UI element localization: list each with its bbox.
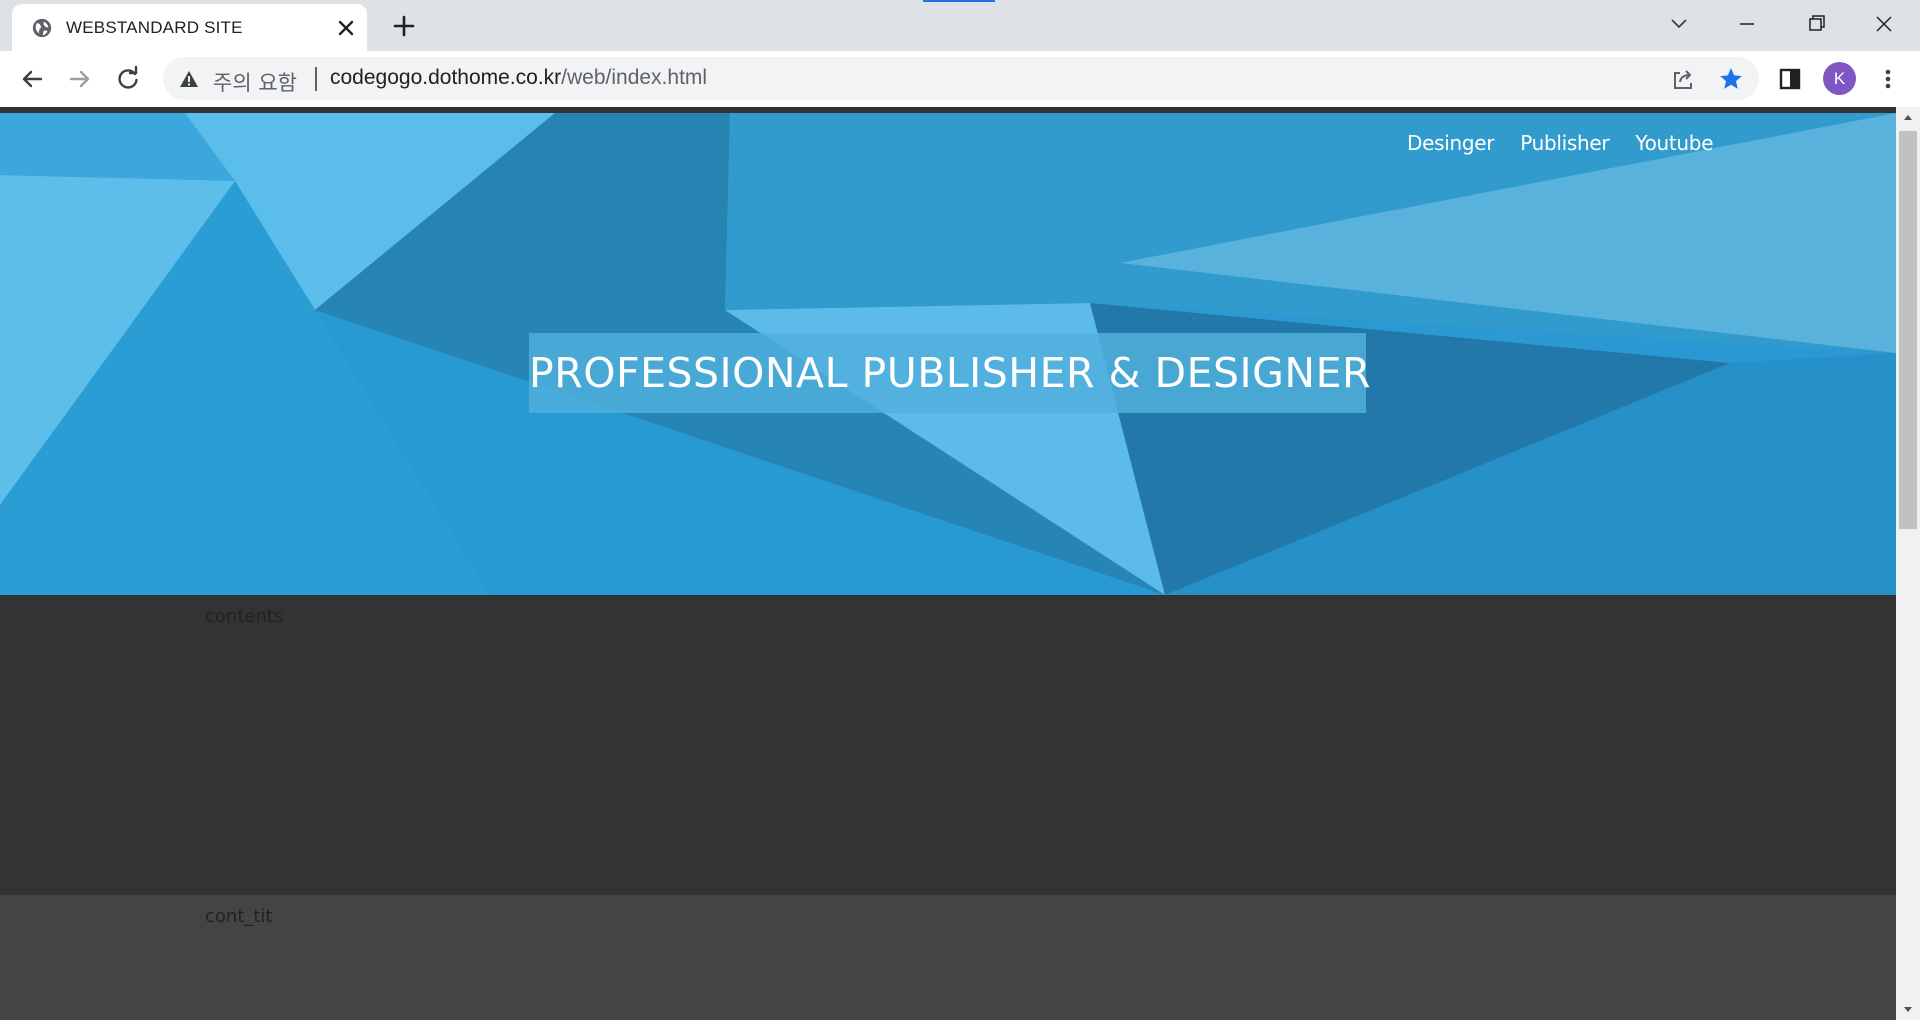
vertical-scrollbar[interactable] xyxy=(1896,107,1920,1020)
url-host: codegogo.dothome.co.kr xyxy=(330,66,562,89)
cont-tit-label: cont_tit xyxy=(205,906,273,927)
cont-tit-section: cont_tit xyxy=(0,895,1896,1020)
window-close-icon[interactable] xyxy=(1867,9,1901,39)
restore-icon[interactable] xyxy=(1799,9,1833,39)
hero-title: PROFESSIONAL PUBLISHER & DESIGNER xyxy=(529,333,1371,413)
url-path: /web/index.html xyxy=(561,66,708,89)
close-icon[interactable] xyxy=(334,16,358,40)
scroll-up-arrow-icon[interactable] xyxy=(1896,107,1920,127)
browser-tab-active[interactable]: WEBSTANDARD SITE xyxy=(12,4,367,51)
page-viewport: Desinger Publisher Youtube PROFESSIONAL … xyxy=(0,107,1920,1020)
nav-link-youtube[interactable]: Youtube xyxy=(1635,131,1713,155)
hero-banner: Desinger Publisher Youtube PROFESSIONAL … xyxy=(0,113,1896,595)
warning-icon[interactable] xyxy=(179,69,199,89)
tab-title: WEBSTANDARD SITE xyxy=(66,18,243,37)
main-nav: Desinger Publisher Youtube xyxy=(1407,131,1714,155)
tab-loading-indicator xyxy=(923,0,995,2)
nav-link-desinger[interactable]: Desinger xyxy=(1407,131,1494,155)
minimize-icon[interactable] xyxy=(1730,9,1764,39)
url-text[interactable]: codegogo.dothome.co.kr/web/index.html xyxy=(330,66,707,90)
address-bar[interactable]: 주의 요함 codegogo.dothome.co.kr/web/index.h… xyxy=(163,57,1759,100)
side-panel-icon[interactable] xyxy=(1775,64,1805,94)
reload-icon[interactable] xyxy=(113,64,143,94)
globe-icon xyxy=(32,18,52,38)
new-tab-icon[interactable] xyxy=(390,12,418,40)
omnibox-divider xyxy=(315,67,317,91)
scroll-down-arrow-icon[interactable] xyxy=(1896,1000,1920,1020)
share-icon[interactable] xyxy=(1670,67,1696,91)
nav-link-publisher[interactable]: Publisher xyxy=(1520,131,1609,155)
forward-arrow-icon[interactable] xyxy=(65,64,95,94)
tab-strip: WEBSTANDARD SITE xyxy=(0,0,1920,51)
more-menu-icon[interactable] xyxy=(1873,64,1903,94)
security-label[interactable]: 주의 요함 xyxy=(213,67,297,97)
scrollbar-thumb[interactable] xyxy=(1899,131,1917,529)
back-arrow-icon[interactable] xyxy=(17,64,47,94)
tab-search-chevron-icon[interactable] xyxy=(1662,9,1696,39)
browser-toolbar: 주의 요함 codegogo.dothome.co.kr/web/index.h… xyxy=(0,51,1920,107)
bookmark-star-icon[interactable] xyxy=(1718,66,1744,92)
contents-label: contents xyxy=(205,606,284,627)
contents-section: contents xyxy=(0,595,1896,895)
profile-avatar[interactable]: K xyxy=(1823,62,1856,95)
